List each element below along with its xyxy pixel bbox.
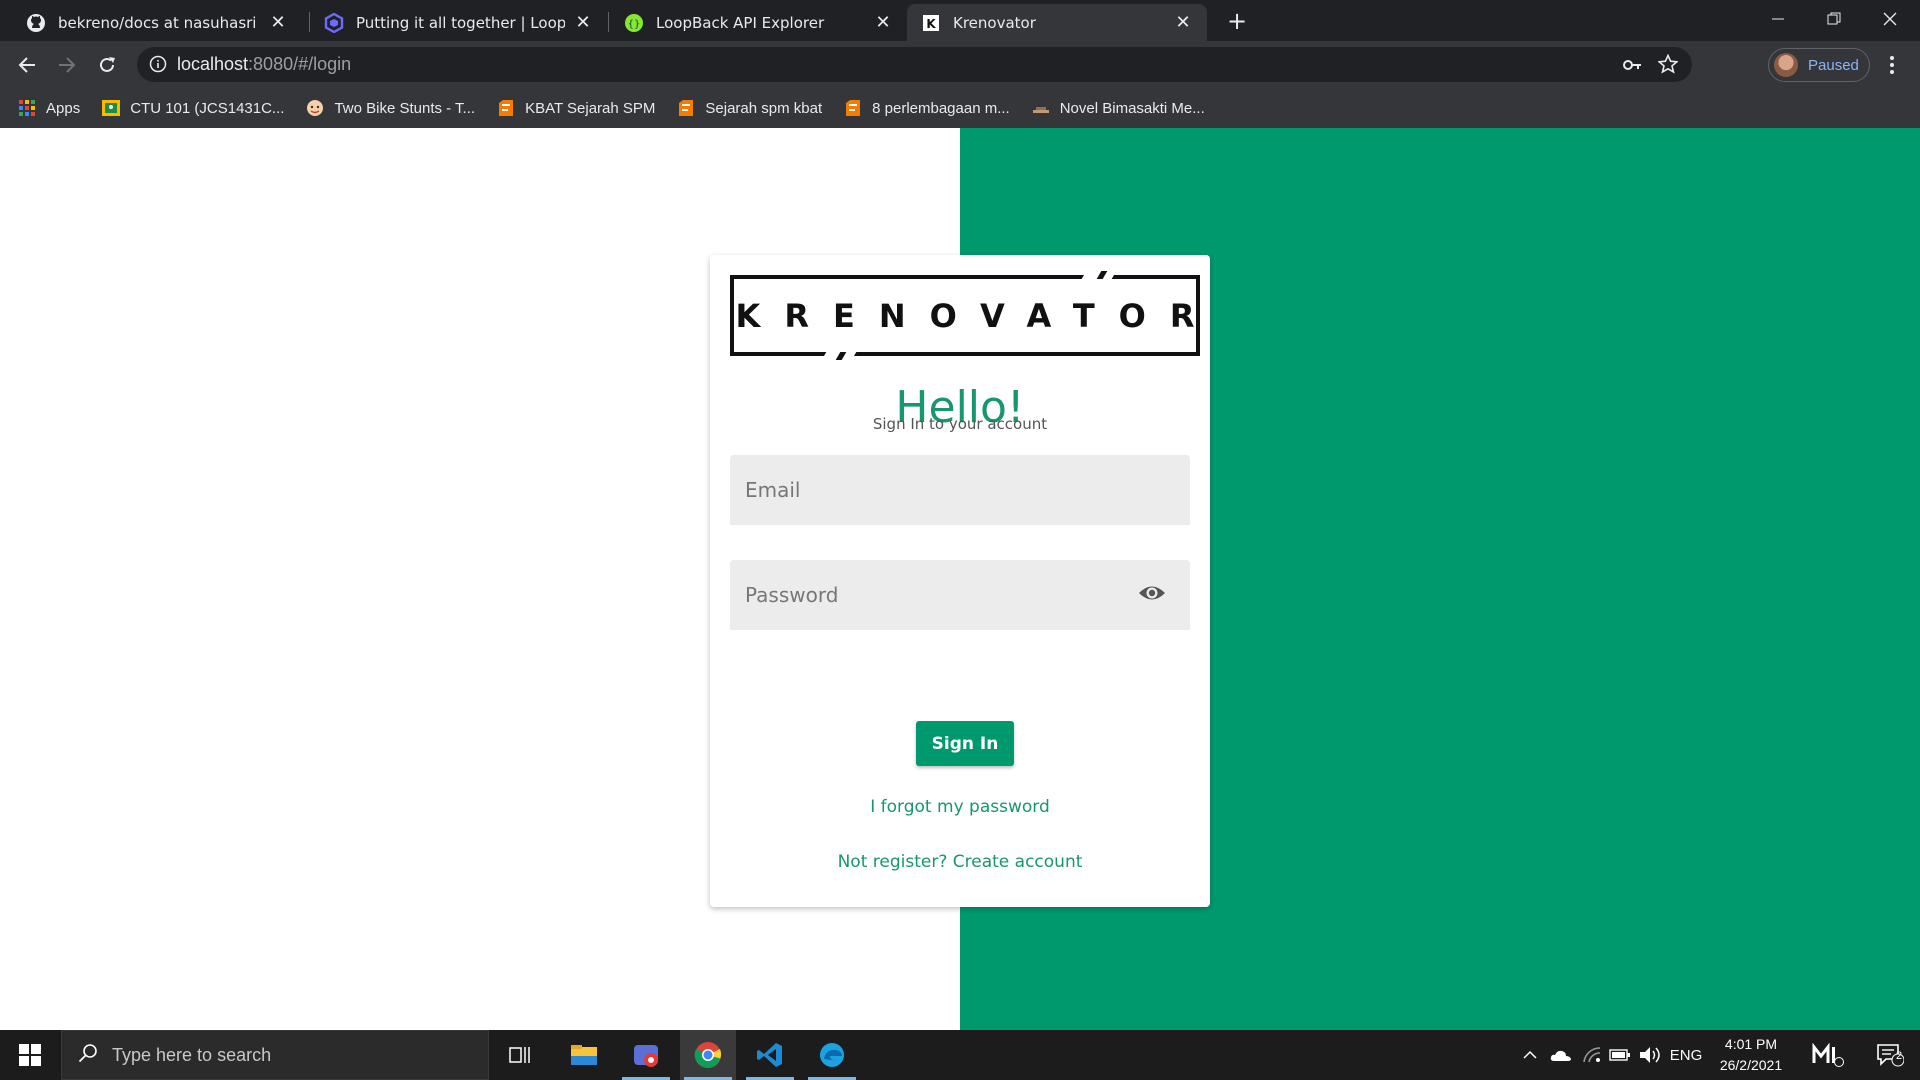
tab-divider [608, 12, 609, 32]
back-icon[interactable] [11, 49, 43, 81]
profile-button[interactable]: Paused [1768, 48, 1870, 82]
avatar [1774, 53, 1798, 77]
tab-loopback[interactable]: Putting it all together | LoopBack ✕ [310, 4, 607, 41]
volume-icon[interactable] [1636, 1030, 1664, 1080]
password-placeholder: Password [745, 583, 839, 607]
meet-now-icon[interactable] [1806, 1030, 1850, 1080]
show-hidden-icons-icon[interactable] [1518, 1030, 1542, 1080]
forward-icon[interactable] [51, 49, 83, 81]
taskbar-search-box[interactable]: Type here to search [61, 1030, 489, 1080]
sign-in-button[interactable]: Sign In [916, 721, 1014, 766]
tab-title: bekreno/docs at nasuhasri · nasuhasri [58, 13, 260, 32]
bookmark-label: Novel Bimasakti Me... [1059, 99, 1205, 117]
apps-grid-icon [18, 99, 36, 117]
new-tab-button[interactable]: + [1222, 6, 1252, 36]
forgot-password-link[interactable]: I forgot my password [710, 797, 1210, 817]
chrome-icon[interactable] [680, 1030, 736, 1080]
signin-subtitle: Sign In to your account [872, 415, 1048, 433]
bookmark-novel[interactable]: Novel Bimasakti Me... [1032, 99, 1205, 117]
krenovator-logo: KRENOVATOR [730, 271, 1200, 360]
site-info-icon[interactable] [149, 55, 167, 73]
task-view-icon[interactable] [492, 1030, 548, 1080]
blogger-icon [677, 99, 695, 117]
tab-title: Krenovator [953, 13, 1036, 32]
blogger-icon [497, 99, 515, 117]
bookmark-label: 8 perlembagaan m... [872, 99, 1010, 117]
bookmark-label: CTU 101 (JCS1431C... [130, 99, 285, 117]
tab-title: Putting it all together | LoopBack [356, 13, 565, 32]
page-viewport: KRENOVATOR Hello! Sign In to your accoun… [0, 128, 1920, 1030]
clock-date: 26/2/2021 [1719, 1057, 1783, 1073]
system-clock[interactable]: 4:01 PM 26/2/2021 [1705, 1034, 1797, 1076]
notification-count: 2 [1896, 1050, 1903, 1062]
language-indicator[interactable]: ENG [1668, 1030, 1704, 1080]
email-placeholder: Email [745, 478, 801, 502]
tab-github[interactable]: bekreno/docs at nasuhasri · nasuhasri ✕ [12, 4, 302, 41]
search-placeholder: Type here to search [112, 1044, 272, 1065]
photos-app-icon[interactable] [618, 1030, 674, 1080]
password-field[interactable]: Password [730, 560, 1190, 630]
classroom-icon [102, 99, 121, 117]
close-tab-icon[interactable]: ✕ [1173, 12, 1193, 33]
clock-time: 4:01 PM [1724, 1036, 1778, 1052]
book-icon [1032, 99, 1050, 117]
bookmark-star-icon[interactable] [1657, 53, 1679, 78]
close-tab-icon[interactable]: ✕ [873, 12, 893, 33]
swagger-icon: {} [624, 13, 644, 33]
url-host: localhost [177, 54, 249, 74]
bookmark-kbat[interactable]: KBAT Sejarah SPM [497, 99, 655, 117]
bookmarks-bar: Apps CTU 101 (JCS1431C... Two Bike Stunt… [0, 88, 1920, 128]
tab-strip: bekreno/docs at nasuhasri · nasuhasri ✕ … [0, 0, 1920, 41]
bookmark-label: Sejarah spm kbat [705, 99, 823, 117]
bookmark-perlembagaan[interactable]: 8 perlembagaan m... [844, 99, 1010, 117]
url-text: localhost:8080/#/login [177, 54, 351, 75]
close-tab-icon[interactable]: ✕ [268, 12, 288, 33]
bookmark-bike[interactable]: Two Bike Stunts - T... [306, 99, 475, 117]
notification-center-icon[interactable]: 2 [1862, 1030, 1918, 1080]
create-account-link[interactable]: Not register? Create account [710, 852, 1210, 872]
svg-text:{}: {} [628, 19, 641, 30]
bookmark-label: KBAT Sejarah SPM [525, 99, 656, 117]
tab-krenovator[interactable]: K Krenovator ✕ [907, 4, 1207, 41]
krenovator-icon: K [921, 13, 941, 33]
key-icon[interactable] [1622, 55, 1642, 79]
bookmark-sejarah[interactable]: Sejarah spm kbat [677, 99, 822, 117]
onedrive-icon[interactable] [1546, 1030, 1576, 1080]
minimize-icon[interactable] [1750, 0, 1806, 38]
emoji-icon [306, 99, 324, 117]
edge-icon[interactable] [804, 1030, 860, 1080]
url-path: :8080/#/login [248, 54, 352, 74]
bookmark-apps[interactable]: Apps [18, 99, 80, 117]
show-password-icon[interactable] [1138, 582, 1166, 608]
tab-api-explorer[interactable]: {} LoopBack API Explorer ✕ [610, 4, 907, 41]
tab-title: LoopBack API Explorer [656, 13, 825, 32]
svg-text:K: K [926, 17, 936, 31]
search-icon [78, 1043, 98, 1067]
windows-start-icon[interactable] [0, 1030, 60, 1080]
bookmark-label: Apps [46, 99, 81, 117]
bookmark-ctu[interactable]: CTU 101 (JCS1431C... [102, 99, 284, 117]
address-bar[interactable]: localhost:8080/#/login [137, 47, 1692, 82]
reload-icon[interactable] [91, 49, 123, 81]
file-explorer-icon[interactable] [556, 1030, 612, 1080]
windows-taskbar: Type here to search ENG 4:01 PM 26/2/202… [0, 1030, 1920, 1080]
chrome-menu-icon[interactable] [1880, 53, 1904, 77]
battery-icon[interactable] [1606, 1030, 1634, 1080]
profile-status: Paused [1808, 56, 1859, 74]
wifi-icon[interactable] [1580, 1030, 1604, 1080]
close-window-icon[interactable] [1862, 0, 1918, 38]
close-tab-icon[interactable]: ✕ [573, 12, 593, 33]
blogger-icon [844, 99, 862, 117]
bookmark-label: Two Bike Stunts - T... [334, 99, 476, 117]
loopback-icon [324, 12, 344, 33]
logo-text: KRENOVATOR [735, 296, 1219, 335]
restore-icon[interactable] [1806, 0, 1862, 38]
browser-toolbar: localhost:8080/#/login Paused [0, 41, 1920, 88]
email-field[interactable]: Email [730, 455, 1190, 525]
github-icon [26, 13, 46, 33]
vscode-icon[interactable] [742, 1030, 798, 1080]
login-card: KRENOVATOR Hello! Sign In to your accoun… [710, 255, 1210, 907]
